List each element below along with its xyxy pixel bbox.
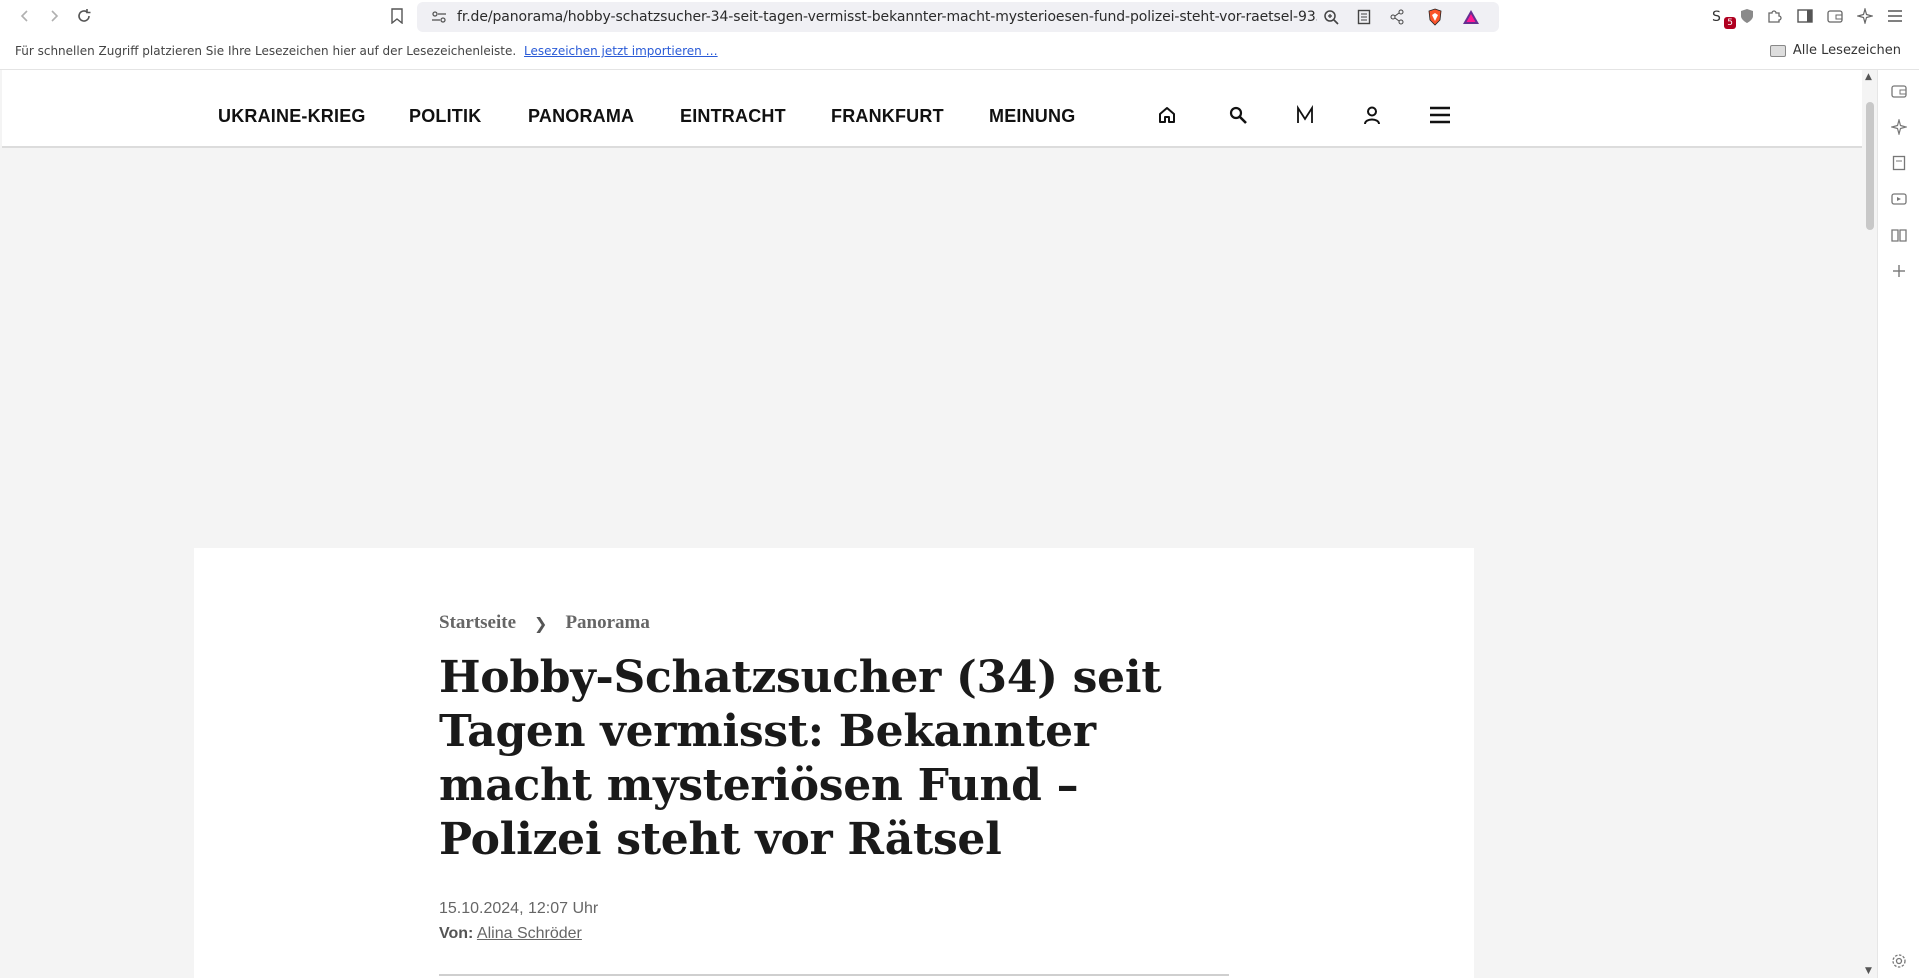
wallet-icon[interactable] — [1824, 5, 1846, 27]
forward-icon[interactable] — [43, 5, 65, 27]
bookmark-icon[interactable] — [386, 5, 408, 27]
all-bookmarks-button[interactable]: Alle Lesezeichen — [1769, 43, 1901, 58]
url-text[interactable]: fr.de/panorama/hobby-schatzsucher-34-sei… — [457, 9, 1317, 25]
reload-icon[interactable] — [73, 5, 95, 27]
extensions-puzzle-icon[interactable] — [1763, 5, 1785, 27]
sidebar-settings-icon[interactable] — [1890, 952, 1908, 970]
nav-item-politik[interactable]: POLITIK — [409, 106, 481, 127]
article-container: Startseite ❯ Panorama Hobby-Schatzsucher… — [194, 548, 1474, 978]
site-navigation: UKRAINE-KRIEG POLITIK PANORAMA EINTRACHT… — [2, 70, 1862, 148]
svg-text:S: S — [1712, 9, 1721, 25]
scrollbar-thumb[interactable] — [1866, 102, 1874, 230]
share-icon[interactable] — [1387, 7, 1407, 27]
scroll-up-icon[interactable]: ▲ — [1865, 72, 1872, 82]
nav-item-eintracht[interactable]: EINTRACHT — [680, 106, 786, 127]
site-info-icon[interactable] — [429, 7, 449, 27]
folder-icon — [1769, 44, 1786, 57]
leo-panel-icon[interactable] — [1890, 118, 1908, 136]
shield-extension-icon[interactable] — [1736, 5, 1758, 27]
scroll-down-icon[interactable]: ▼ — [1865, 966, 1872, 976]
scrollbar[interactable]: ▲ ▼ — [1862, 70, 1877, 978]
reader-icon[interactable] — [1354, 7, 1374, 27]
article-headline: Hobby-Schatzsucher (34) seit Tagen vermi… — [439, 652, 1162, 865]
back-icon[interactable] — [14, 5, 36, 27]
article-date: 15.10.2024, 12:07 Uhr — [439, 900, 599, 917]
nav-item-frankfurt[interactable]: FRANKFURT — [831, 106, 944, 127]
article-byline: Von: Alina Schröder — [439, 925, 582, 943]
bookmarks-panel-icon[interactable] — [1890, 154, 1908, 172]
leo-ai-icon[interactable] — [1854, 5, 1876, 27]
menu-icon[interactable] — [1427, 102, 1453, 128]
wallet-panel-icon[interactable] — [1890, 82, 1908, 100]
media-panel-icon[interactable] — [1890, 190, 1908, 208]
bookmarks-bar: Für schnellen Zugriff platzieren Sie Ihr… — [0, 34, 1919, 70]
ad-placeholder — [2, 148, 1862, 548]
browser-toolbar: fr.de/panorama/hobby-schatzsucher-34-sei… — [0, 0, 1919, 34]
browser-sidebar — [1877, 70, 1919, 978]
breadcrumb-startseite[interactable]: Startseite — [439, 612, 516, 634]
brave-rewards-icon[interactable] — [1461, 7, 1481, 27]
breadcrumb: Startseite ❯ Panorama — [439, 612, 650, 634]
m-logo-icon[interactable] — [1292, 102, 1318, 128]
byline-label: Von: — [439, 925, 474, 942]
breadcrumb-panorama[interactable]: Panorama — [565, 612, 649, 634]
add-panel-icon[interactable] — [1890, 262, 1908, 280]
nav-item-meinung[interactable]: MEINUNG — [989, 106, 1075, 127]
account-icon[interactable] — [1359, 102, 1385, 128]
nav-item-ukraine-krieg[interactable]: UKRAINE-KRIEG — [218, 106, 366, 127]
divider — [439, 974, 1229, 976]
nav-item-panorama[interactable]: PANORAMA — [528, 106, 634, 127]
extension-badge: 5 — [1724, 17, 1736, 29]
search-icon[interactable] — [1225, 102, 1251, 128]
address-bar[interactable]: fr.de/panorama/hobby-schatzsucher-34-sei… — [417, 2, 1499, 32]
home-icon[interactable] — [1154, 102, 1180, 128]
brave-shield-icon[interactable] — [1425, 7, 1445, 27]
import-bookmarks-link[interactable]: Lesezeichen jetzt importieren … — [524, 44, 718, 58]
all-bookmarks-label: Alle Lesezeichen — [1792, 43, 1901, 58]
bookmarks-hint-text: Für schnellen Zugriff platzieren Sie Ihr… — [15, 44, 517, 58]
zoom-icon[interactable] — [1321, 7, 1341, 27]
reading-list-icon[interactable] — [1890, 226, 1908, 244]
bookmarks-hint: Für schnellen Zugriff platzieren Sie Ihr… — [15, 44, 718, 58]
extension-icon[interactable]: S 5 — [1708, 5, 1736, 29]
chevron-right-icon: ❯ — [534, 613, 548, 633]
author-link[interactable]: Alina Schröder — [477, 925, 582, 942]
app-menu-icon[interactable] — [1884, 5, 1906, 27]
sidebar-toggle-icon[interactable] — [1794, 5, 1816, 27]
